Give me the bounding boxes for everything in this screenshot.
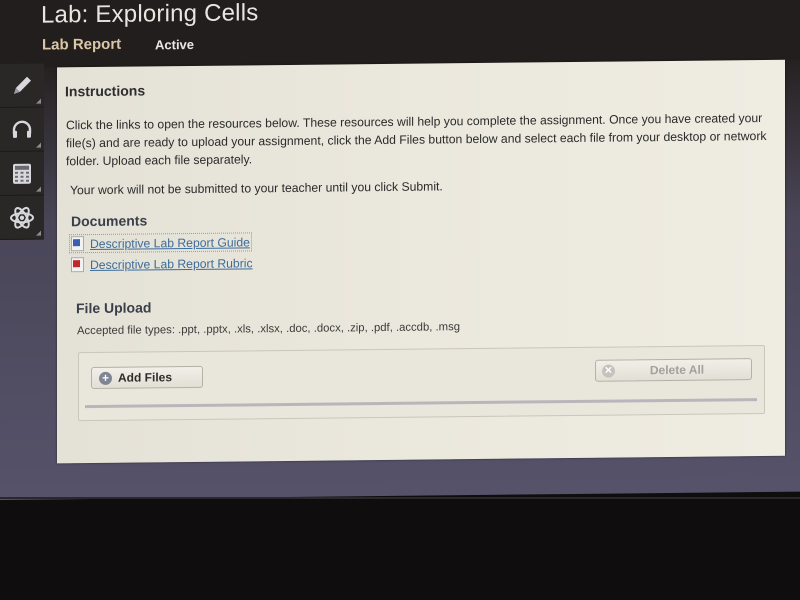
tool-menu-corner — [36, 230, 41, 236]
document-link-rubric[interactable]: Descriptive Lab Report Rubric — [71, 255, 253, 273]
header: Lab: Exploring Cells Lab Report Active — [0, 0, 800, 68]
documents-heading: Documents — [71, 212, 148, 230]
tool-menu-corner — [36, 98, 41, 104]
instructions-heading: Instructions — [65, 82, 146, 100]
word-doc-icon — [71, 236, 84, 252]
pencil-icon — [14, 76, 31, 94]
file-upload-heading: File Upload — [76, 299, 152, 317]
delete-all-button[interactable]: ✕ Delete All — [595, 358, 752, 382]
calculator-icon — [13, 163, 31, 184]
instructions-text: Click the links to open the resources be… — [66, 111, 767, 169]
delete-all-label: Delete All — [649, 362, 705, 378]
document-link-guide[interactable]: Descriptive Lab Report Guide — [69, 232, 252, 254]
tool-calculator-button[interactable] — [0, 151, 44, 196]
document-link-label: Descriptive Lab Report Rubric — [90, 255, 253, 272]
status-badge: Active — [155, 36, 195, 53]
page-title: Lab: Exploring Cells — [41, 0, 259, 29]
activity-type: Lab Report — [42, 35, 122, 54]
pdf-icon — [71, 257, 84, 273]
add-files-button[interactable]: + Add Files — [91, 365, 203, 390]
tool-menu-corner — [36, 186, 41, 192]
tool-periodic-table-button[interactable] — [0, 195, 44, 240]
tool-sidebar — [0, 63, 44, 240]
tool-menu-corner — [36, 142, 41, 148]
tool-audio-button[interactable] — [0, 107, 44, 152]
add-files-label: Add Files — [118, 370, 173, 385]
plus-circle-icon: + — [99, 370, 112, 385]
accepted-file-types: Accepted file types: .ppt, .pptx, .xls, … — [77, 321, 461, 338]
atom-icon — [10, 206, 34, 229]
document-link-label: Descriptive Lab Report Guide — [90, 234, 250, 251]
assignment-panel: Instructions Click the links to open the… — [57, 59, 785, 464]
file-upload-area: + Add Files ✕ Delete All — [78, 344, 765, 422]
monitor-bezel-edge — [0, 497, 800, 499]
tool-highlighter-button[interactable] — [0, 63, 44, 108]
close-circle-icon: ✕ — [602, 364, 615, 378]
screen: Lab: Exploring Cells Lab Report Active I… — [0, 0, 800, 501]
upload-toolbar: + Add Files ✕ Delete All — [85, 346, 757, 409]
headphones-icon — [12, 120, 32, 138]
submit-note: Your work will not be submitted to your … — [70, 179, 443, 198]
